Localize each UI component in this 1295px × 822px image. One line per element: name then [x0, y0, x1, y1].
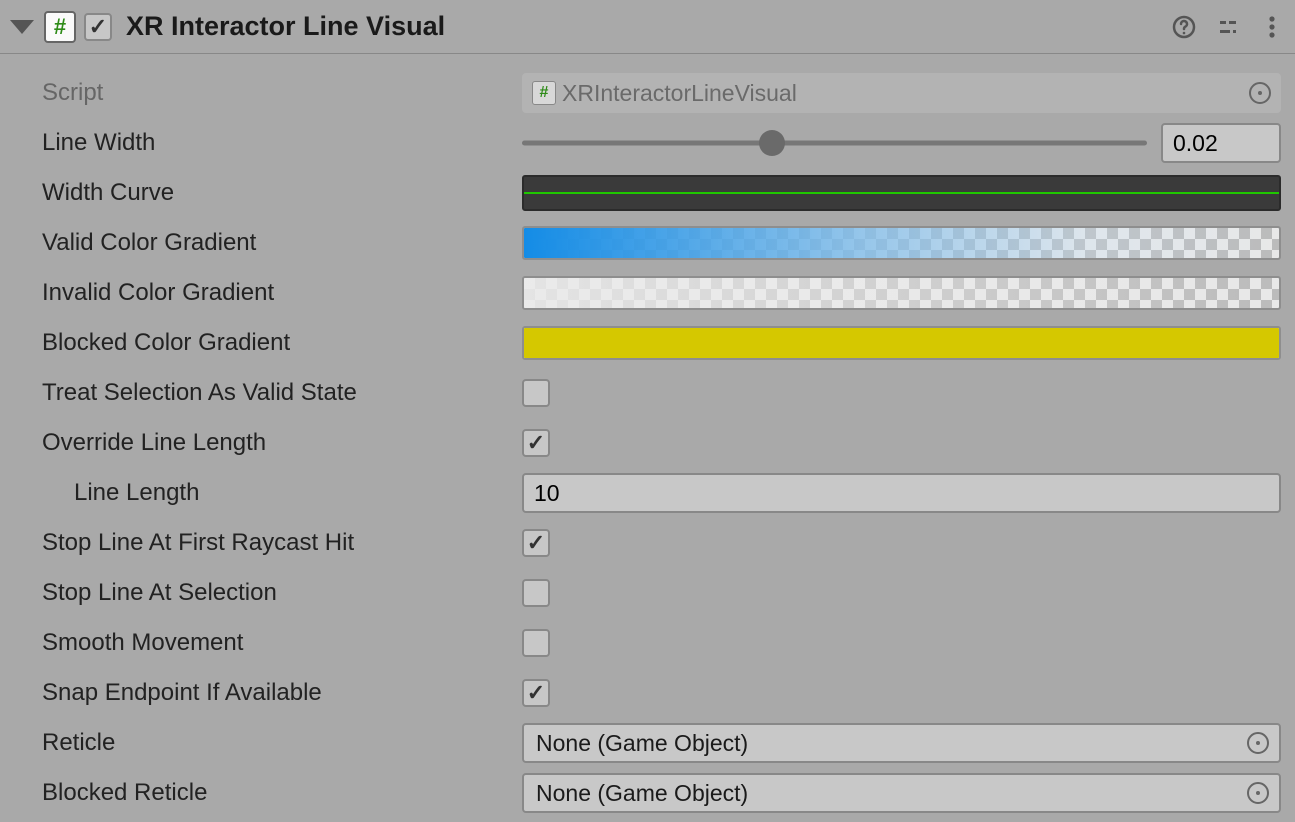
fields-container: Script # XRInteractorLineVisual Line Wid… — [0, 54, 1295, 822]
script-value: XRInteractorLineVisual — [562, 80, 797, 107]
blocked-color-gradient[interactable] — [522, 326, 1281, 360]
reticle-value: None (Game Object) — [536, 730, 748, 757]
valid-color-label: Valid Color Gradient — [14, 229, 514, 257]
stop-first-raycast-row: Stop Line At First Raycast Hit — [14, 518, 1281, 568]
object-picker-icon[interactable] — [1247, 782, 1269, 804]
override-line-length-row: Override Line Length — [14, 418, 1281, 468]
stop-at-selection-checkbox[interactable] — [522, 579, 550, 607]
width-curve-row: Width Curve — [14, 168, 1281, 218]
blocked-reticle-field[interactable]: None (Game Object) — [522, 773, 1281, 813]
line-width-slider[interactable] — [522, 129, 1147, 157]
override-line-length-label: Override Line Length — [14, 429, 514, 457]
component-panel: # XR Interactor Line Visual Script # XRI… — [0, 0, 1295, 822]
object-picker-icon[interactable] — [1249, 82, 1271, 104]
width-curve-field[interactable] — [522, 175, 1281, 211]
line-length-input[interactable] — [522, 473, 1281, 513]
smooth-movement-label: Smooth Movement — [14, 629, 514, 657]
invalid-color-label: Invalid Color Gradient — [14, 279, 514, 307]
smooth-movement-checkbox[interactable] — [522, 629, 550, 657]
component-header[interactable]: # XR Interactor Line Visual — [0, 0, 1295, 54]
blocked-color-label: Blocked Color Gradient — [14, 329, 514, 357]
component-title: XR Interactor Line Visual — [126, 11, 1163, 42]
script-row: Script # XRInteractorLineVisual — [14, 68, 1281, 118]
blocked-reticle-label: Blocked Reticle — [14, 779, 514, 807]
help-icon[interactable] — [1171, 14, 1197, 40]
treat-selection-row: Treat Selection As Valid State — [14, 368, 1281, 418]
reticle-row: Reticle None (Game Object) — [14, 718, 1281, 768]
object-picker-icon[interactable] — [1247, 732, 1269, 754]
blocked-color-row: Blocked Color Gradient — [14, 318, 1281, 368]
stop-first-raycast-checkbox[interactable] — [522, 529, 550, 557]
snap-endpoint-row: Snap Endpoint If Available — [14, 668, 1281, 718]
reticle-field[interactable]: None (Game Object) — [522, 723, 1281, 763]
invalid-color-row: Invalid Color Gradient — [14, 268, 1281, 318]
invalid-color-gradient[interactable] — [522, 276, 1281, 310]
treat-selection-label: Treat Selection As Valid State — [14, 379, 514, 407]
stop-at-selection-label: Stop Line At Selection — [14, 579, 514, 607]
script-field: # XRInteractorLineVisual — [522, 73, 1281, 113]
foldout-toggle[interactable] — [10, 20, 34, 34]
override-line-length-checkbox[interactable] — [522, 429, 550, 457]
line-width-label: Line Width — [14, 129, 514, 157]
snap-endpoint-label: Snap Endpoint If Available — [14, 679, 514, 707]
line-length-label: Line Length — [14, 479, 514, 507]
blocked-reticle-row: Blocked Reticle None (Game Object) — [14, 768, 1281, 818]
script-type-icon: # — [44, 11, 76, 43]
width-curve-label: Width Curve — [14, 179, 514, 207]
line-length-row: Line Length — [14, 468, 1281, 518]
script-label: Script — [14, 79, 514, 107]
line-width-row: Line Width — [14, 118, 1281, 168]
stop-first-raycast-label: Stop Line At First Raycast Hit — [14, 529, 514, 557]
stop-at-selection-row: Stop Line At Selection — [14, 568, 1281, 618]
treat-selection-checkbox[interactable] — [522, 379, 550, 407]
snap-endpoint-checkbox[interactable] — [522, 679, 550, 707]
blocked-reticle-value: None (Game Object) — [536, 780, 748, 807]
presets-icon[interactable] — [1215, 14, 1241, 40]
line-width-input[interactable] — [1161, 123, 1281, 163]
reticle-label: Reticle — [14, 729, 514, 757]
slider-thumb[interactable] — [759, 130, 785, 156]
smooth-movement-row: Smooth Movement — [14, 618, 1281, 668]
curve-line — [524, 192, 1279, 194]
context-menu-icon[interactable] — [1259, 14, 1285, 40]
component-enabled-checkbox[interactable] — [84, 13, 112, 41]
header-buttons — [1171, 14, 1285, 40]
valid-color-row: Valid Color Gradient — [14, 218, 1281, 268]
valid-color-gradient[interactable] — [522, 226, 1281, 260]
hash-icon: # — [532, 81, 556, 105]
